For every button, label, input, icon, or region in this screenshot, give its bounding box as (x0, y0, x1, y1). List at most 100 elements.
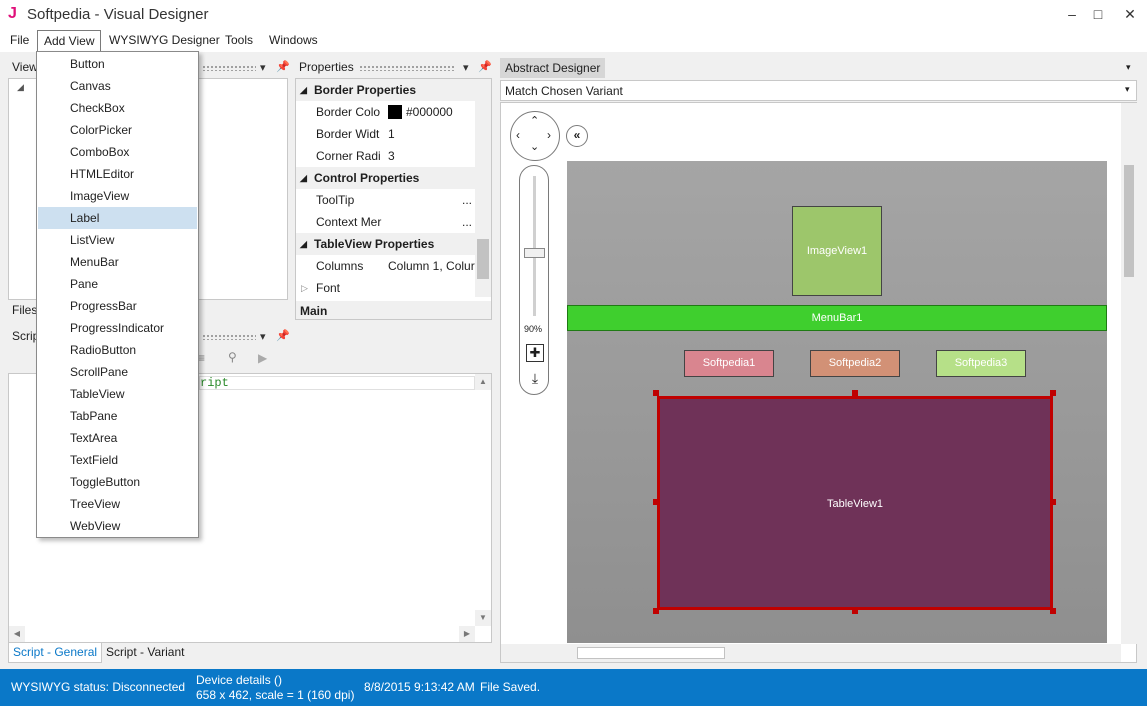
designer-vscroll[interactable] (1121, 103, 1137, 644)
menu-tools[interactable]: Tools (219, 30, 259, 52)
collapse-icon[interactable]: ◢ (300, 233, 307, 255)
panel-menu-icon[interactable]: ▾ (260, 61, 266, 74)
menu-item-progressindicator[interactable]: ProgressIndicator (38, 317, 197, 339)
pan-left-icon[interactable]: ‹ (516, 128, 520, 142)
resize-handle[interactable] (1050, 499, 1056, 505)
prop-border-color[interactable]: Border Colo #000000 (296, 101, 476, 123)
scroll-right-icon[interactable]: ▶ (459, 626, 475, 642)
prop-border-width[interactable]: Border Widt 1 (296, 123, 476, 145)
section-control-properties[interactable]: ◢ Control Properties (296, 167, 476, 189)
tree-expander-icon[interactable]: ◢ (17, 82, 24, 93)
menu-item-togglebutton[interactable]: ToggleButton (38, 471, 197, 493)
menu-item-webview[interactable]: WebView (38, 515, 197, 537)
tab-abstract-designer[interactable]: Abstract Designer (500, 58, 606, 78)
tab-menu-icon[interactable]: ▾ (1126, 62, 1131, 73)
menu-item-textfield[interactable]: TextField (38, 449, 197, 471)
menu-item-tableview[interactable]: TableView (38, 383, 197, 405)
menu-item-label[interactable]: Label (38, 207, 197, 229)
color-swatch[interactable] (388, 105, 402, 119)
menu-item-colorpicker[interactable]: ColorPicker (38, 119, 197, 141)
pin-icon[interactable]: 📌 (276, 329, 290, 342)
menu-item-imageview[interactable]: ImageView (38, 185, 197, 207)
main-section[interactable]: Main (296, 301, 491, 319)
properties-scrollbar[interactable] (475, 79, 491, 297)
collapse-left-icon[interactable]: « (566, 125, 588, 147)
zoom-thumb[interactable] (524, 248, 545, 258)
tab-files[interactable]: Files (12, 303, 37, 317)
menu-file[interactable]: File (4, 30, 35, 52)
download-icon[interactable]: ⤓ (526, 370, 544, 388)
resize-handle[interactable] (653, 499, 659, 505)
designer-hscroll[interactable] (501, 644, 1121, 662)
prop-font[interactable]: ▷ Font (296, 277, 476, 299)
menu-wysiwyg-designer[interactable]: WYSIWYG Designer (103, 30, 226, 52)
prop-value[interactable]: 3 (388, 145, 476, 167)
section-tableview-properties[interactable]: ◢ TableView Properties (296, 233, 476, 255)
pan-up-icon[interactable]: ⌃ (530, 114, 539, 127)
menu-item-htmleditor[interactable]: HTMLEditor (38, 163, 197, 185)
control-softpedia3[interactable]: Softpedia3 (936, 350, 1026, 377)
ellipsis-button[interactable]: ... (462, 211, 472, 233)
menu-item-pane[interactable]: Pane (38, 273, 197, 295)
pan-right-icon[interactable]: › (547, 128, 551, 142)
design-canvas[interactable]: ImageView1 MenuBar1 Softpedia1 Softpedia… (567, 161, 1107, 643)
menu-item-combobox[interactable]: ComboBox (38, 141, 197, 163)
section-border-properties[interactable]: ◢ Border Properties (296, 79, 476, 101)
menu-windows[interactable]: Windows (263, 30, 324, 52)
expand-icon[interactable]: ▷ (301, 277, 308, 299)
tab-script-variant[interactable]: Script - Variant (102, 643, 188, 663)
scroll-left-icon[interactable]: ◀ (9, 626, 25, 642)
menu-item-canvas[interactable]: Canvas (38, 75, 197, 97)
menu-item-textarea[interactable]: TextArea (38, 427, 197, 449)
prop-columns[interactable]: Columns Column 1, Colur (296, 255, 476, 277)
pin-icon[interactable]: 📌 (276, 60, 290, 73)
prop-corner-radius[interactable]: Corner Radi 3 (296, 145, 476, 167)
scroll-up-icon[interactable]: ▲ (475, 374, 491, 390)
resize-handle[interactable] (852, 608, 858, 614)
pin-icon[interactable]: 📌 (478, 60, 492, 73)
menu-item-tabpane[interactable]: TabPane (38, 405, 197, 427)
prop-context-menu[interactable]: Context Mer ... (296, 211, 476, 233)
menu-item-checkbox[interactable]: CheckBox (38, 97, 197, 119)
resize-handle[interactable] (852, 390, 858, 396)
menu-add-view[interactable]: Add View (37, 30, 102, 52)
indent-icon[interactable]: ≡ (198, 351, 205, 365)
menu-item-listview[interactable]: ListView (38, 229, 197, 251)
menu-item-scrollpane[interactable]: ScrollPane (38, 361, 197, 383)
collapse-icon[interactable]: ◢ (300, 167, 307, 189)
pan-control[interactable]: ⌃ ⌄ ‹ › (510, 111, 560, 161)
panel-menu-icon[interactable]: ▾ (260, 330, 266, 343)
prop-value[interactable]: Column 1, Colur (388, 255, 476, 277)
scrollbar-thumb[interactable] (577, 647, 725, 659)
menu-item-radiobutton[interactable]: RadioButton (38, 339, 197, 361)
resize-handle[interactable] (1050, 608, 1056, 614)
ellipsis-button[interactable]: ... (462, 189, 472, 211)
scroll-down-icon[interactable]: ▼ (475, 610, 491, 626)
search-icon[interactable]: ⚲ (228, 350, 237, 364)
fit-screen-icon[interactable]: ✚ (526, 344, 544, 362)
scrollbar-thumb[interactable] (477, 239, 489, 279)
close-button[interactable]: ✕ (1107, 0, 1147, 30)
menu-item-button[interactable]: Button (38, 53, 197, 75)
menu-item-menubar[interactable]: MenuBar (38, 251, 197, 273)
variant-select[interactable]: Match Chosen Variant ▾ (500, 80, 1137, 101)
chevron-down-icon[interactable]: ▾ (1125, 84, 1130, 95)
zoom-track[interactable] (533, 176, 536, 316)
menu-item-treeview[interactable]: TreeView (38, 493, 197, 515)
collapse-icon[interactable]: ◢ (300, 79, 307, 101)
control-imageview1[interactable]: ImageView1 (792, 206, 882, 296)
prop-value[interactable]: 1 (388, 123, 476, 145)
play-icon[interactable]: ▶ (258, 351, 267, 365)
control-softpedia1[interactable]: Softpedia1 (684, 350, 774, 377)
control-tableview1[interactable]: TableView1 (657, 396, 1053, 610)
prop-tooltip[interactable]: ToolTip ... (296, 189, 476, 211)
resize-handle[interactable] (1050, 390, 1056, 396)
control-softpedia2[interactable]: Softpedia2 (810, 350, 900, 377)
control-menubar1[interactable]: MenuBar1 (567, 305, 1107, 331)
scrollbar-thumb[interactable] (1124, 165, 1134, 277)
resize-handle[interactable] (653, 608, 659, 614)
resize-handle[interactable] (653, 390, 659, 396)
panel-menu-icon[interactable]: ▾ (463, 61, 469, 74)
tab-script-general[interactable]: Script - General (8, 643, 103, 663)
menu-item-progressbar[interactable]: ProgressBar (38, 295, 197, 317)
